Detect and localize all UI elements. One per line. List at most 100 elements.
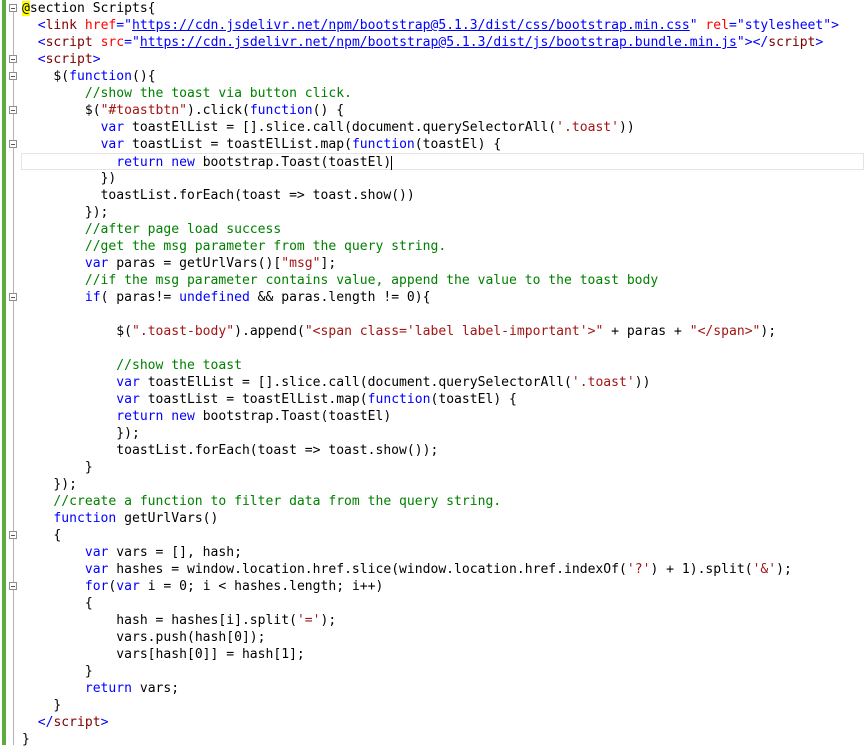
code-token: " [689, 18, 698, 33]
code-token: ( paras!= [100, 290, 180, 305]
code-token: toastElList = [].slice.call(document.que… [124, 120, 557, 135]
code-line[interactable]: { [22, 527, 61, 544]
code-token: //get the msg parameter from the query s… [84, 239, 447, 254]
code-token: //after page load success [84, 222, 282, 237]
code-line[interactable]: } [22, 663, 93, 680]
code-token: vars[hash[0]] = hash[1]; [116, 647, 305, 662]
code-line[interactable]: $(".toast-body").append("<span class='la… [22, 323, 776, 340]
code-line[interactable]: toastList.forEach(toast => toast.show()) [22, 187, 415, 204]
code-token: ); [760, 324, 777, 339]
collapse-outline-icon[interactable] [9, 582, 17, 590]
code-line[interactable]: } [22, 459, 93, 476]
outlining-guide-line [13, 7, 14, 745]
code-line[interactable]: </script> [22, 714, 109, 731]
code-line[interactable]: }); [22, 204, 109, 221]
code-line[interactable]: }) [22, 170, 117, 187]
code-token: https://cdn.jsdelivr.net/npm/bootstrap@5… [132, 18, 690, 33]
code-line[interactable]: $(function(){ [22, 68, 155, 85]
code-editor[interactable]: @section Scripts{ <link href="https://cd… [0, 0, 864, 752]
code-token: }); [84, 205, 109, 220]
code-token: </ [37, 715, 54, 730]
code-token: (toastEl) { [414, 137, 502, 152]
code-line[interactable]: <link href="https://cdn.jsdelivr.net/npm… [22, 17, 839, 34]
code-line[interactable]: var hashes = window.location.href.slice(… [22, 561, 792, 578]
code-line[interactable]: }); [22, 425, 140, 442]
code-token: )) [634, 375, 651, 390]
code-line[interactable]: //if the msg parameter contains value, a… [22, 272, 658, 289]
code-line[interactable]: var toastElList = [].slice.call(document… [22, 374, 650, 391]
code-line[interactable]: return vars; [22, 680, 179, 697]
code-token: //show the toast via button click. [84, 86, 352, 101]
code-line[interactable]: @section Scripts{ [22, 0, 156, 17]
code-token: vars.push(hash[0]); [116, 630, 266, 645]
code-token: '.toast' [571, 375, 635, 390]
code-token: hashes = window.location.href.slice(wind… [108, 562, 627, 577]
code-line[interactable]: function getUrlVars() [22, 510, 218, 527]
code-line[interactable]: var toastList = toastElList.map(function… [22, 391, 517, 408]
code-token: script [45, 52, 93, 67]
code-token: section Scripts{ [29, 1, 156, 16]
code-token: var [84, 562, 109, 577]
code-line[interactable]: <script src="https://cdn.jsdelivr.net/np… [22, 34, 824, 51]
code-token: script [768, 35, 816, 50]
code-line[interactable]: //create a function to filter data from … [22, 493, 501, 510]
code-line[interactable]: var vars = [], hash; [22, 544, 242, 561]
code-token: vars = [], hash; [108, 545, 242, 560]
code-line[interactable]: hash = hashes[i].split('='); [22, 612, 336, 629]
code-token: //if the msg parameter contains value, a… [84, 273, 659, 288]
collapse-outline-icon[interactable] [9, 293, 17, 301]
collapse-outline-icon[interactable] [9, 106, 17, 114]
code-line[interactable]: <script> [22, 51, 101, 68]
collapse-outline-icon[interactable] [9, 72, 17, 80]
code-line[interactable]: var toastList = toastElList.map(function… [22, 136, 502, 153]
code-line[interactable]: return new bootstrap.Toast(toastEl) [21, 153, 864, 170]
code-line[interactable]: } [22, 697, 61, 714]
code-token: function [249, 103, 313, 118]
code-line[interactable]: { [22, 595, 93, 612]
code-token: var [84, 545, 109, 560]
code-line[interactable]: var toastElList = [].slice.call(document… [22, 119, 635, 136]
code-line[interactable]: //get the msg parameter from the query s… [22, 238, 446, 255]
code-line[interactable]: vars[hash[0]] = hash[1]; [22, 646, 305, 663]
code-token: { [53, 528, 62, 543]
code-line[interactable]: if( paras!= undefined && paras.length !=… [22, 289, 431, 306]
code-line[interactable]: vars.push(hash[0]); [22, 629, 266, 646]
code-line[interactable]: for(var i = 0; i < hashes.length; i++) [22, 578, 384, 595]
code-line[interactable]: }); [22, 476, 77, 493]
code-token: '.toast' [556, 120, 620, 135]
collapse-outline-icon[interactable] [9, 531, 17, 539]
code-token: "msg" [281, 256, 321, 271]
code-token: return [116, 155, 164, 170]
editor-gutter [0, 0, 20, 752]
code-token: var [100, 120, 125, 135]
code-line[interactable]: $("#toastbtn").click(function() { [22, 102, 344, 119]
code-line[interactable]: //show the toast via button click. [22, 85, 352, 102]
code-token: }); [116, 426, 140, 441]
collapse-outline-icon[interactable] [9, 55, 17, 63]
code-token: var [116, 375, 140, 390]
code-line[interactable]: return new bootstrap.Toast(toastEl) [22, 408, 391, 425]
code-line[interactable]: var paras = getUrlVars()["msg"]; [22, 255, 336, 272]
code-token: } [53, 698, 62, 713]
code-line[interactable]: toastList.forEach(toast => toast.show())… [22, 442, 438, 459]
code-line[interactable]: } [22, 731, 30, 748]
code-line[interactable]: //after page load success [22, 221, 281, 238]
code-token: hash = hashes[i].split( [116, 613, 297, 628]
code-token: bootstrap.Toast(toastEl) [194, 409, 392, 424]
collapse-outline-icon[interactable] [9, 4, 17, 12]
code-line[interactable]: //show the toast [22, 357, 242, 374]
text-caret [391, 155, 393, 170]
code-token: (toastEl) { [430, 392, 517, 407]
code-token: $( [53, 69, 70, 84]
collapse-outline-icon[interactable] [9, 140, 17, 148]
